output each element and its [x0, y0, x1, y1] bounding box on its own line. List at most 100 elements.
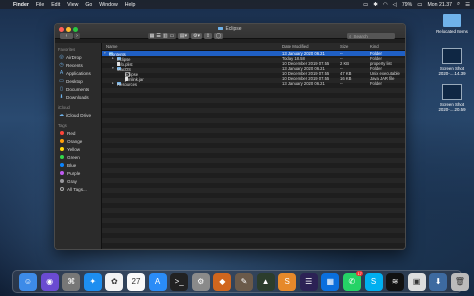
- file-size: --: [340, 81, 343, 87]
- file-row[interactable]: ▸ Resources 13 January 2020 06.21 -- Folder: [102, 81, 405, 86]
- menu-go[interactable]: Go: [85, 2, 92, 8]
- system-preferences-icon: ⚙: [191, 272, 210, 291]
- dock-item[interactable]: ◉: [40, 272, 59, 291]
- dock-item[interactable]: ▲: [256, 272, 275, 291]
- sidebar-item-airdrop[interactable]: ◎ AirDrop: [55, 53, 101, 61]
- battery-percent[interactable]: 79%: [402, 2, 412, 8]
- column-header-row: Name Date Modified Size Kind: [102, 43, 405, 51]
- disclosure-closed-icon[interactable]: ▸: [112, 56, 114, 60]
- dock-item[interactable]: S: [278, 272, 297, 291]
- sidebar-tag-yellow[interactable]: Yellow: [55, 145, 101, 153]
- tag-color-dot: [60, 139, 64, 143]
- dock-item[interactable]: 🗑: [450, 272, 469, 291]
- sidebar-tag-gray[interactable]: Gray: [55, 177, 101, 185]
- downloads-icon: ⬇: [59, 94, 64, 100]
- menu-help[interactable]: Help: [125, 2, 136, 8]
- column-header-date-modified[interactable]: Date Modified: [282, 44, 309, 49]
- desktop-icon-screenshot-2[interactable]: Screen Shot 2020-....20.59: [432, 84, 472, 112]
- sidebar-item-documents[interactable]: ▯ Documents: [55, 85, 101, 93]
- sidebar-item-label: Desktop: [66, 78, 83, 84]
- column-header-name[interactable]: Name: [106, 44, 117, 49]
- desktop-icon-relocated-items[interactable]: Relocated Items: [432, 14, 472, 34]
- forward-button[interactable]: ›: [74, 33, 80, 39]
- sidebar-tag-red[interactable]: Red: [55, 129, 101, 137]
- gimp-icon: ✎: [234, 272, 253, 291]
- menu-view[interactable]: View: [67, 2, 78, 8]
- volume-icon[interactable]: ◁: [393, 2, 397, 8]
- dock-item[interactable]: ▣: [407, 272, 426, 291]
- dock-item[interactable]: ⬇: [429, 272, 448, 291]
- tags-button[interactable]: ◯: [214, 33, 223, 39]
- sidebar-item-label: All Tags...: [67, 186, 87, 192]
- dock-item[interactable]: >_: [170, 272, 189, 291]
- disclosure-open-icon[interactable]: ▾: [104, 51, 106, 55]
- dock-item[interactable]: ◆: [213, 272, 232, 291]
- sidebar-header-favorites: Favorites: [58, 47, 76, 52]
- menu-edit[interactable]: Edit: [51, 2, 60, 8]
- disclosure-closed-icon[interactable]: ▸: [112, 81, 114, 85]
- desktop-icon-screenshot-1[interactable]: Screen Shot 2020-....14.39: [432, 48, 472, 76]
- list-view-icon[interactable]: ☰: [156, 33, 160, 39]
- trash-icon: 🗑: [450, 272, 469, 291]
- sidebar-tag-orange[interactable]: Orange: [55, 137, 101, 145]
- back-button[interactable]: ‹: [60, 33, 73, 39]
- share-button[interactable]: ⇪: [204, 33, 212, 39]
- menu-file[interactable]: File: [36, 2, 44, 8]
- wifi-icon[interactable]: ◠: [383, 2, 388, 8]
- sidebar-item-label: Yellow: [67, 146, 81, 152]
- sidebar-item-label: Red: [67, 130, 76, 136]
- sidebar-all-tags[interactable]: All Tags...: [55, 185, 101, 193]
- battery-icon[interactable]: ▭: [417, 2, 422, 8]
- sidebar-item-recents[interactable]: ◷ Recents: [55, 61, 101, 69]
- photos-icon: ✿: [105, 272, 124, 291]
- status-area: ▭ ✱ ◠ ◁ 79% ▭ Mon 21.37 ⌕ ☰: [363, 0, 470, 9]
- menu-app-name[interactable]: Finder: [13, 2, 29, 8]
- notification-badge: 17: [356, 270, 363, 276]
- sidebar-item-applications[interactable]: A Applications: [55, 69, 101, 77]
- dock-item[interactable]: ⌘: [62, 272, 81, 291]
- dock-item[interactable]: ✎: [234, 272, 253, 291]
- sidebar-item-label: Orange: [67, 138, 83, 144]
- sidebar-tag-green[interactable]: Green: [55, 153, 101, 161]
- column-view-icon[interactable]: ▥: [163, 33, 168, 39]
- control-center-icon[interactable]: ☰: [465, 2, 470, 8]
- all-tags-icon: [60, 187, 64, 191]
- search-field[interactable]: ⌕ Search: [347, 33, 395, 39]
- icon-view-icon[interactable]: ▦: [150, 33, 155, 39]
- tag-color-dot: [60, 171, 64, 175]
- desktop-icon-label: Relocated Items: [436, 29, 468, 34]
- trello-icon: ▦: [321, 272, 340, 291]
- sidebar-item-label: Purple: [67, 170, 81, 176]
- sidebar-tag-blue[interactable]: Blue: [55, 161, 101, 169]
- sidebar-item-downloads[interactable]: ⬇ Downloads: [55, 93, 101, 101]
- dock-item[interactable]: ⚙: [191, 272, 210, 291]
- disclosure-open-icon[interactable]: ▾: [112, 66, 114, 70]
- dock-item[interactable]: ≋: [386, 272, 405, 291]
- clock[interactable]: Mon 21.37: [427, 2, 452, 8]
- action-button[interactable]: ⚙▾: [191, 33, 202, 39]
- sidebar-tag-purple[interactable]: Purple: [55, 169, 101, 177]
- dock-item[interactable]: ☰: [299, 272, 318, 291]
- column-header-size[interactable]: Size: [340, 44, 348, 49]
- sidebar-item-label: Recents: [66, 62, 83, 68]
- group-by-button[interactable]: ▤▾: [178, 33, 189, 39]
- cast-icon[interactable]: ▭: [363, 2, 368, 8]
- safari-icon: ✦: [83, 272, 102, 291]
- dock-item[interactable]: ✆ 17: [342, 270, 363, 291]
- dock-item[interactable]: S: [364, 272, 383, 291]
- dock-item[interactable]: 27: [126, 272, 145, 291]
- dock-item[interactable]: ✿: [105, 272, 124, 291]
- file-list: Name Date Modified Size Kind ▾ Contents 1…: [102, 43, 405, 249]
- spotlight-search-icon[interactable]: ⌕: [457, 1, 460, 8]
- dock-item[interactable]: A: [148, 272, 167, 291]
- bluetooth-icon[interactable]: ✱: [373, 2, 378, 8]
- dock-item[interactable]: ☺: [19, 272, 37, 291]
- sidebar-item-desktop[interactable]: ▭ Desktop: [55, 77, 101, 85]
- gallery-view-icon[interactable]: ▭: [170, 33, 175, 39]
- menu-window[interactable]: Window: [99, 2, 117, 8]
- column-header-kind[interactable]: Kind: [370, 44, 379, 49]
- dock-item[interactable]: ▦: [321, 272, 340, 291]
- tag-color-dot: [60, 155, 64, 159]
- dock-item[interactable]: ✦: [83, 272, 102, 291]
- sidebar-item-icloud-drive[interactable]: ☁ iCloud Drive: [55, 111, 101, 119]
